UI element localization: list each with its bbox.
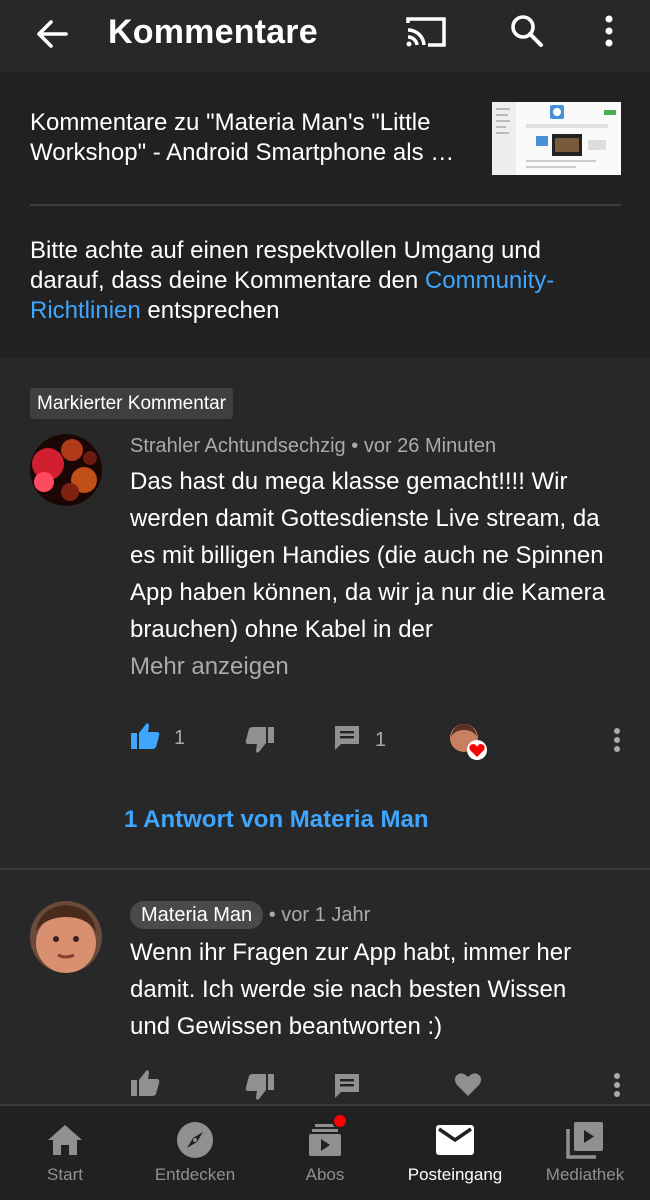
thumbs-down-icon [245, 726, 275, 759]
nav-label: Entdecken [154, 1165, 236, 1184]
thumbs-up-icon [130, 1069, 160, 1102]
bottom-navigation: Start Entdecken Abos Posteingang Mediath… [0, 1104, 650, 1200]
video-reference[interactable]: Kommentare zu "Materia Man's "Little Wor… [30, 108, 470, 168]
comment-separator [0, 868, 650, 870]
notice-text-end: entsprechen [140, 297, 280, 324]
library-icon [565, 1120, 605, 1160]
thumbs-down-icon [245, 1073, 275, 1106]
nav-item-subscriptions[interactable]: Abos [260, 1106, 390, 1200]
comment-more-icon[interactable] [610, 727, 624, 753]
heart-icon [454, 1071, 482, 1102]
pinned-comment-badge: Markierter Kommentar [30, 388, 233, 419]
dislike-button[interactable] [245, 1073, 275, 1106]
back-arrow-icon[interactable] [30, 12, 74, 56]
avatar[interactable] [30, 434, 102, 506]
nav-item-inbox[interactable]: Posteingang [390, 1106, 520, 1200]
comment-more-icon[interactable] [610, 1072, 624, 1098]
comment-meta: Strahler Achtundsechzig • vor 26 Minuten [130, 432, 496, 460]
comment-time: vor 1 Jahr [281, 904, 371, 926]
comment-text: Wenn ihr Fragen zur App habt, immer her … [130, 939, 572, 1040]
app-bar: Kommentare [0, 0, 650, 72]
reply-count: 1 [375, 729, 387, 751]
dislike-button[interactable] [245, 726, 275, 759]
show-more-link[interactable]: Mehr anzeigen [130, 652, 289, 682]
comment-meta: Materia Man • vor 1 Jahr [130, 901, 370, 929]
creator-avatar-heart-icon [449, 723, 489, 768]
more-options-icon[interactable] [592, 8, 626, 54]
cast-icon[interactable] [400, 10, 452, 54]
comment-time: vor 26 Minuten [363, 435, 497, 457]
creator-author-chip[interactable]: Materia Man [130, 901, 264, 929]
view-replies-link[interactable]: 1 Antwort von Materia Man [124, 804, 428, 836]
comment-text: Das hast du mega klasse gemacht!!!! Wir … [130, 468, 605, 643]
avatar[interactable] [30, 901, 102, 973]
page-title: Kommentare [108, 13, 318, 51]
inbox-icon [435, 1120, 475, 1160]
reply-button[interactable] [333, 1072, 361, 1105]
creator-heart [449, 723, 489, 768]
home-icon [45, 1120, 85, 1160]
nav-item-explore[interactable]: Entdecken [130, 1106, 260, 1200]
nav-label: Mediathek [545, 1165, 625, 1184]
comment-icon [333, 1072, 361, 1105]
like-button[interactable]: 1 [130, 722, 185, 755]
video-thumbnail[interactable] [492, 102, 621, 175]
meta-separator: • [268, 904, 276, 926]
nav-item-library[interactable]: Mediathek [520, 1106, 650, 1200]
like-button[interactable] [130, 1069, 160, 1102]
heart-button[interactable] [454, 1071, 482, 1102]
divider [30, 204, 621, 206]
comments-header: Kommentare zu "Materia Man's "Little Wor… [0, 72, 650, 358]
comment-icon [333, 724, 361, 757]
community-notice: Bitte achte auf einen respektvollen Umga… [30, 236, 590, 326]
thumbs-up-icon [130, 722, 160, 755]
nav-label: Start [47, 1165, 83, 1184]
notification-dot [332, 1113, 348, 1129]
comment-author[interactable]: Strahler Achtundsechzig [130, 435, 346, 457]
meta-separator: • [351, 435, 359, 457]
nav-item-start[interactable]: Start [0, 1106, 130, 1200]
search-icon[interactable] [504, 8, 550, 54]
reply-button[interactable]: 1 [333, 724, 386, 757]
compass-icon [175, 1120, 215, 1160]
nav-label: Abos [305, 1165, 345, 1184]
like-count: 1 [174, 727, 186, 749]
nav-label: Posteingang [407, 1165, 503, 1184]
